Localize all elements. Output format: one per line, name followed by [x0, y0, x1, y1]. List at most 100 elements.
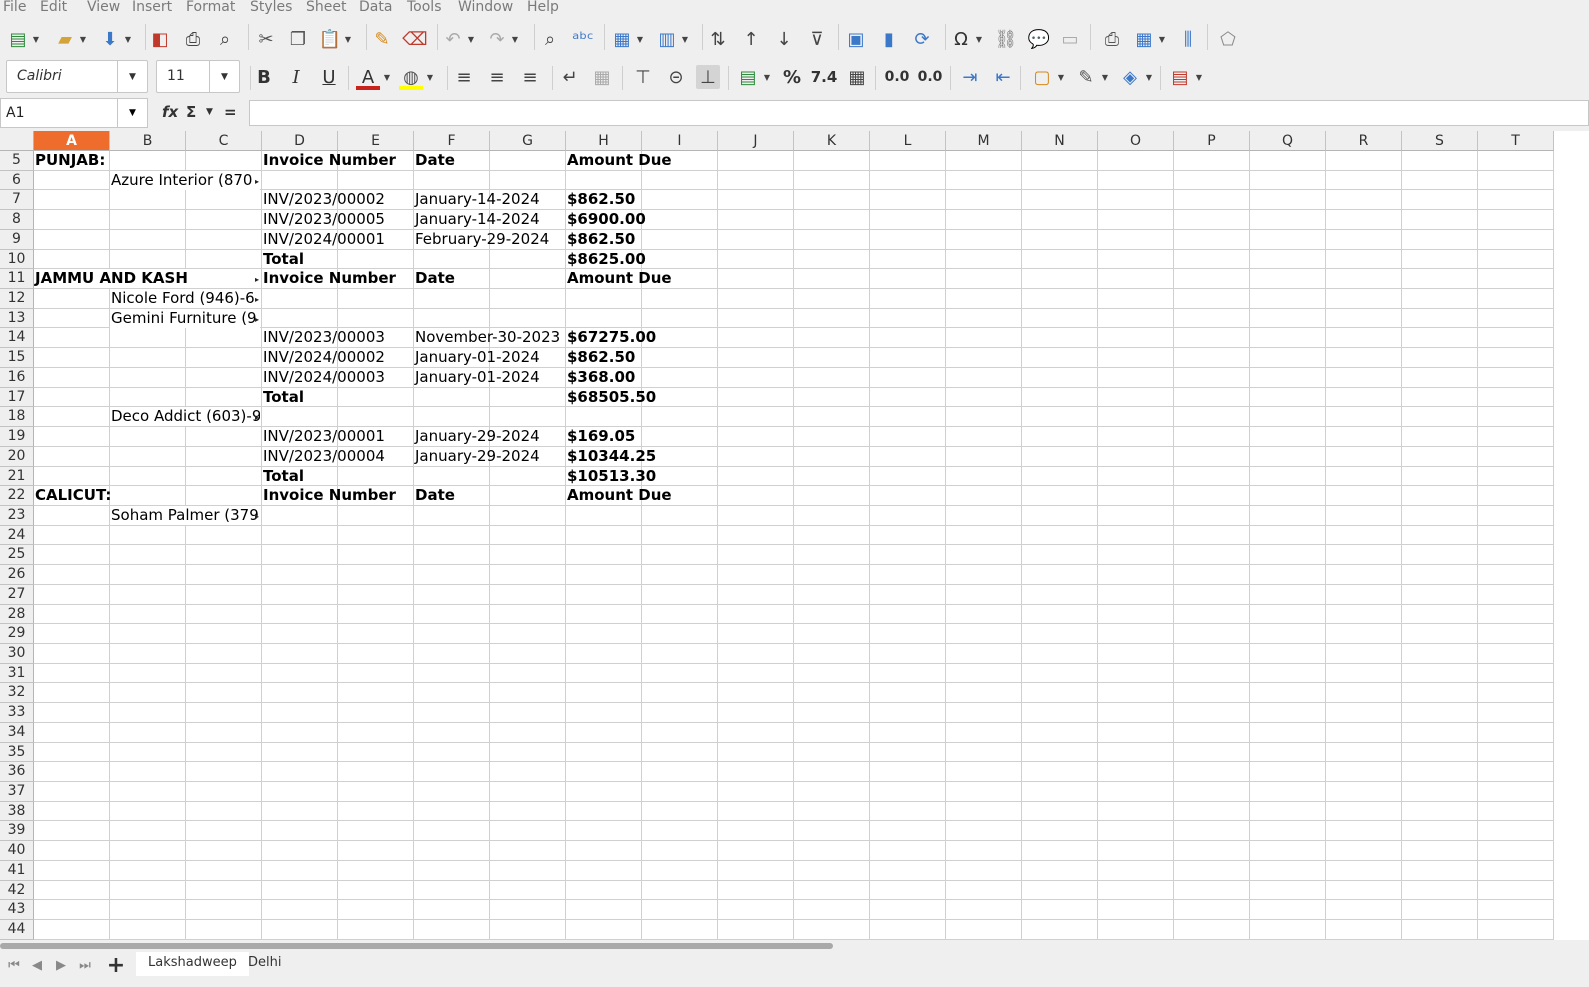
- image-icon[interactable]: ▣: [844, 27, 868, 51]
- menu-format[interactable]: Format: [186, 0, 235, 16]
- row-header-15[interactable]: 15: [0, 348, 34, 368]
- menu-insert[interactable]: Insert: [132, 0, 172, 16]
- chevron-down-icon[interactable]: ▼: [426, 72, 434, 82]
- clone-formatting-icon[interactable]: ✎: [370, 27, 394, 51]
- cell-h15[interactable]: $862.50: [566, 348, 641, 367]
- wrap-text-icon[interactable]: ↵: [558, 65, 582, 89]
- row-header-24[interactable]: 24: [0, 525, 34, 546]
- italic-icon[interactable]: I: [284, 65, 308, 89]
- define-print-area-icon[interactable]: ⎙: [1100, 27, 1124, 51]
- column-icon[interactable]: ▥: [655, 27, 679, 51]
- cell-h21[interactable]: $10513.30: [566, 467, 656, 486]
- cell-a11[interactable]: JAMMU AND KASH: [34, 269, 260, 289]
- font-name-combo[interactable]: Calibri ▼: [6, 60, 148, 93]
- align-top-icon[interactable]: ⊤: [631, 65, 655, 89]
- menu-help[interactable]: Help: [527, 0, 559, 16]
- border-style-icon[interactable]: ✎: [1074, 65, 1098, 89]
- row-header-18[interactable]: 18: [0, 407, 34, 428]
- column-header-h[interactable]: H: [566, 131, 642, 151]
- cell-d5[interactable]: Invoice Number: [262, 151, 396, 170]
- column-header-p[interactable]: P: [1174, 131, 1250, 151]
- hyperlink-icon[interactable]: ⛓: [994, 27, 1018, 51]
- cell-d16[interactable]: INV/2024/00003: [262, 368, 385, 387]
- sheet-tab-delhi[interactable]: Delhi: [236, 952, 293, 974]
- row-header-20[interactable]: 20: [0, 446, 34, 467]
- row-header-44[interactable]: 44: [0, 920, 34, 940]
- add-decimal-icon[interactable]: 0.0: [885, 65, 910, 89]
- sort-descending-icon[interactable]: ↓: [772, 27, 796, 51]
- row-header-28[interactable]: 28: [0, 604, 34, 625]
- row-header-34[interactable]: 34: [0, 722, 34, 743]
- menu-sheet[interactable]: Sheet: [306, 0, 346, 16]
- cell-f20[interactable]: January-29-2024: [414, 447, 540, 466]
- menu-tools[interactable]: Tools: [407, 0, 442, 16]
- export-pdf-icon[interactable]: ◧: [148, 27, 172, 51]
- borders-icon[interactable]: ▢: [1030, 65, 1054, 89]
- underline-icon[interactable]: U: [317, 65, 341, 89]
- column-header-e[interactable]: E: [338, 131, 414, 151]
- select-all-corner[interactable]: [0, 131, 34, 151]
- row-header-39[interactable]: 39: [0, 821, 34, 842]
- cell-f19[interactable]: January-29-2024: [414, 427, 540, 446]
- row-header-30[interactable]: 30: [0, 644, 34, 664]
- cell-f15[interactable]: January-01-2024: [414, 348, 540, 367]
- first-sheet-icon[interactable]: ⏮: [4, 956, 24, 974]
- sum-icon[interactable]: Σ: [186, 102, 196, 122]
- cell-f16[interactable]: January-01-2024: [414, 368, 540, 387]
- row-icon[interactable]: ▦: [610, 27, 634, 51]
- special-character-icon[interactable]: Ω: [949, 27, 973, 51]
- cell-f14[interactable]: November-30-2023: [414, 328, 560, 347]
- menu-edit[interactable]: Edit: [40, 0, 67, 16]
- sort-ascending-icon[interactable]: ↑: [739, 27, 763, 51]
- row-header-35[interactable]: 35: [0, 742, 34, 763]
- column-header-n[interactable]: N: [1022, 131, 1098, 151]
- cell-b6[interactable]: Azure Interior (870: [110, 170, 260, 190]
- date-format-icon[interactable]: ▦: [845, 65, 869, 89]
- cell-h20[interactable]: $10344.25: [566, 447, 656, 466]
- header-footer-icon[interactable]: ▭: [1058, 27, 1082, 51]
- row-header-19[interactable]: 19: [0, 427, 34, 447]
- chevron-down-icon[interactable]: ▼: [79, 34, 87, 44]
- add-sheet-icon[interactable]: +: [106, 953, 126, 978]
- chevron-down-icon[interactable]: ▼: [975, 34, 983, 44]
- row-header-29[interactable]: 29: [0, 624, 34, 644]
- cell-h9[interactable]: $862.50: [566, 230, 641, 249]
- number-format-icon[interactable]: 7.4: [811, 65, 838, 89]
- row-header-7[interactable]: 7: [0, 190, 34, 211]
- chevron-down-icon[interactable]: ▼: [117, 61, 147, 92]
- cell-h14[interactable]: $67275.00: [566, 328, 656, 347]
- last-sheet-icon[interactable]: ⏭: [75, 956, 95, 974]
- menu-file[interactable]: File: [3, 0, 26, 16]
- new-document-icon[interactable]: ▤: [6, 27, 30, 51]
- prev-sheet-icon[interactable]: ◀: [27, 956, 47, 974]
- autofilter-icon[interactable]: ⊽: [805, 27, 829, 51]
- redo-icon[interactable]: ↷: [485, 27, 509, 51]
- cell-h10[interactable]: $8625.00: [566, 250, 646, 269]
- cell-f11[interactable]: Date: [414, 269, 489, 288]
- row-header-25[interactable]: 25: [0, 545, 34, 566]
- chevron-down-icon[interactable]: ▼: [1158, 34, 1166, 44]
- column-header-q[interactable]: Q: [1250, 131, 1326, 151]
- cell-b18[interactable]: Deco Addict (603)-9: [110, 407, 260, 427]
- row-header-26[interactable]: 26: [0, 565, 34, 585]
- menu-styles[interactable]: Styles: [250, 0, 292, 16]
- paste-icon[interactable]: 📋: [318, 27, 342, 51]
- cell-d9[interactable]: INV/2024/00001: [262, 230, 385, 249]
- cell-f22[interactable]: Date: [414, 486, 489, 505]
- column-header-t[interactable]: T: [1478, 131, 1554, 151]
- delete-decimal-icon[interactable]: 0.0: [918, 65, 943, 89]
- row-header-43[interactable]: 43: [0, 900, 34, 921]
- pivot-table-icon[interactable]: ⟳: [910, 27, 934, 51]
- cell-d19[interactable]: INV/2023/00001: [262, 427, 385, 446]
- cell-a5[interactable]: PUNJAB:: [34, 151, 109, 170]
- cell-h5[interactable]: Amount Due: [566, 151, 672, 170]
- merge-cells-icon[interactable]: ▦: [590, 65, 614, 89]
- column-header-a[interactable]: A: [34, 131, 110, 151]
- name-box[interactable]: A1 ▼: [0, 98, 148, 128]
- row-header-41[interactable]: 41: [0, 860, 34, 881]
- column-header-s[interactable]: S: [1402, 131, 1478, 151]
- cell-d20[interactable]: INV/2023/00004: [262, 447, 385, 466]
- sheet-tab-lakshadweep[interactable]: Lakshadweep: [136, 952, 249, 976]
- cell-f8[interactable]: January-14-2024: [414, 210, 540, 229]
- chevron-down-icon[interactable]: ▼: [344, 34, 352, 44]
